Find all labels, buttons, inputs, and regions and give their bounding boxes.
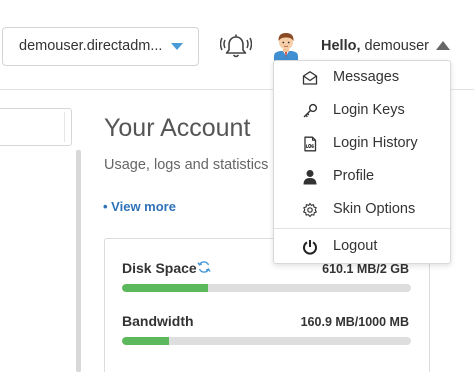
menu-item-label: Logout (333, 238, 378, 254)
refresh-icon[interactable] (197, 260, 211, 274)
menu-item-messages[interactable]: Messages (274, 62, 450, 94)
menu-item-login-keys[interactable]: Login Keys (274, 95, 450, 127)
disk-space-bar-fill (122, 284, 209, 292)
view-more-link[interactable]: • View more (103, 199, 176, 214)
menu-item-logout[interactable]: Logout (274, 231, 450, 263)
notification-bell-icon[interactable] (220, 32, 252, 60)
user-dropdown-menu: Messages Login Keys Login History Profil… (273, 60, 451, 264)
bandwidth-bar-fill (122, 337, 169, 345)
domain-select-value: demouser.directadm... (19, 38, 163, 54)
log-icon (304, 136, 317, 152)
bandwidth-value: 160.9 MB/1000 MB (300, 315, 409, 329)
menu-divider (274, 228, 450, 229)
power-icon (303, 240, 317, 255)
disk-space-value: 610.1 MB/2 GB (322, 262, 409, 276)
gear-icon (303, 202, 317, 218)
greeting-hello: Hello, (321, 38, 361, 54)
envelope-icon (302, 71, 318, 85)
disk-space-label: Disk Space (122, 260, 197, 276)
key-icon (303, 103, 318, 118)
menu-item-label: Login Keys (333, 102, 405, 118)
menu-item-label: Messages (333, 69, 400, 85)
sidebar-scrollbar[interactable] (76, 150, 81, 372)
menu-item-skin-options[interactable]: Skin Options (274, 194, 450, 226)
disk-space-bar (122, 284, 411, 292)
bandwidth-bar (122, 337, 411, 345)
greeting-username: demouser (364, 38, 429, 54)
menu-item-login-history[interactable]: Login History (274, 128, 450, 160)
chevron-down-icon (171, 43, 183, 50)
menu-item-profile[interactable]: Profile (274, 161, 450, 193)
menu-item-label: Skin Options (333, 201, 416, 217)
user-greeting[interactable]: Hello, demouser (321, 38, 429, 54)
sidebar-search-inner (0, 112, 65, 142)
menu-item-label: Profile (333, 168, 375, 184)
domain-select[interactable]: demouser.directadm... (2, 27, 199, 66)
avatar[interactable] (272, 30, 300, 62)
page-subtitle: Usage, logs and statistics (104, 157, 269, 173)
menu-item-label: Login History (333, 135, 418, 151)
page-title: Your Account (104, 114, 251, 142)
user-icon (303, 170, 317, 185)
bandwidth-label: Bandwidth (122, 313, 194, 329)
chevron-up-icon[interactable] (436, 41, 450, 50)
